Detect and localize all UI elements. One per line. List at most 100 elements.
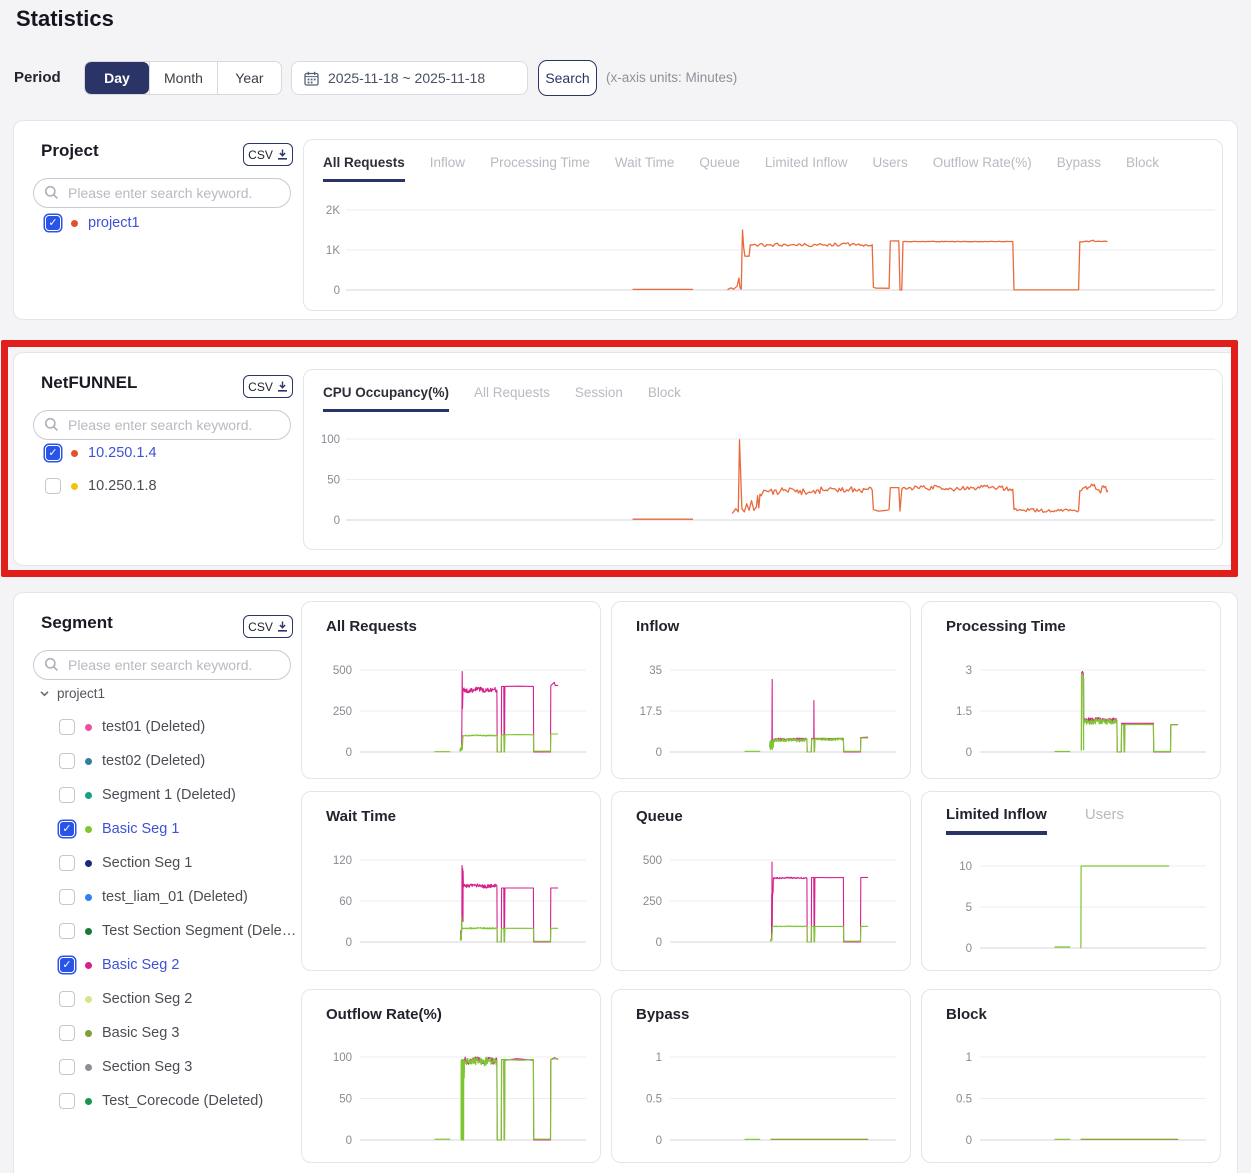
project-section: Project CSV ✓ project1 All Requests Inflow… [13, 120, 1238, 320]
checkbox-unchecked[interactable] [59, 787, 75, 803]
checkbox-item-test-section-segment-delet[interactable]: Test Section Segment (Delet... [59, 921, 297, 941]
item-label: test01 (Deleted) [102, 719, 205, 735]
item-label: Test_Corecode (Deleted) [102, 1093, 263, 1109]
project-search-input[interactable] [33, 178, 291, 208]
project-csv-button[interactable]: CSV [243, 143, 293, 166]
svg-text:17.5: 17.5 [640, 706, 662, 718]
tab-year[interactable]: Year [217, 62, 281, 94]
checkbox-unchecked[interactable] [59, 1025, 75, 1041]
segment-search-input[interactable] [33, 650, 291, 680]
search-button[interactable]: Search [538, 60, 597, 96]
checkbox-item-10-250-1-8[interactable]: 10.250.1.8 [45, 476, 157, 496]
svg-text:100: 100 [321, 434, 340, 446]
tab-queue[interactable]: Queue [699, 155, 740, 182]
netfunnel-item-list: ✓10.250.1.4 10.250.1.8 [45, 443, 157, 496]
tab-users[interactable]: Users [1085, 806, 1124, 835]
netfunnel-section: NetFUNNEL CSV ✓10.250.1.410.250.1.8 CPU … [13, 352, 1238, 566]
checkbox-unchecked[interactable] [59, 889, 75, 905]
checkbox-unchecked[interactable] [59, 923, 75, 939]
checkbox-checked[interactable]: ✓ [59, 957, 75, 973]
series-color-dot [85, 894, 92, 901]
checkbox-item-test-liam-01-deleted[interactable]: test_liam_01 (Deleted) [59, 887, 297, 907]
tab-users[interactable]: Users [872, 155, 907, 182]
checkbox-unchecked[interactable] [59, 991, 75, 1007]
page-title: Statistics [16, 6, 114, 32]
tab-limited-inflow[interactable]: Limited Inflow [946, 806, 1047, 835]
netfunnel-search-input[interactable] [33, 410, 291, 440]
netfunnel-chart-panel: CPU Occupancy(%) All Requests Session Block… [303, 369, 1223, 550]
chart-title: All Requests [326, 618, 417, 635]
svg-text:35: 35 [649, 665, 662, 677]
download-icon [277, 621, 288, 632]
statistics-page: Statistics Period DayMonthYear 2025-11-1… [0, 0, 1251, 1173]
item-label: project1 [88, 215, 140, 231]
checkbox-item-segment-1-deleted[interactable]: Segment 1 (Deleted) [59, 785, 297, 805]
chevron-down-icon [39, 688, 50, 699]
svg-text:1.5: 1.5 [956, 706, 972, 718]
svg-text:0: 0 [346, 937, 352, 949]
checkbox-unchecked[interactable] [59, 1093, 75, 1109]
item-label: Basic Seg 3 [102, 1025, 179, 1041]
svg-text:1: 1 [656, 1052, 662, 1064]
tab-session[interactable]: Session [575, 385, 623, 412]
checkbox-checked[interactable]: ✓ [45, 215, 61, 231]
checkbox-checked[interactable]: ✓ [45, 445, 61, 461]
checkbox-item-project1[interactable]: ✓ project1 [45, 213, 140, 233]
svg-text:120: 120 [333, 855, 352, 867]
tab-all-requests[interactable]: All Requests [323, 155, 405, 182]
date-range-input[interactable]: 2025-11-18 ~ 2025-11-18 [291, 61, 528, 95]
checkbox-item-section-seg-1[interactable]: Section Seg 1 [59, 853, 297, 873]
segment-tree: project1 test01 (Deleted) test02 (Deleted… [39, 683, 297, 1111]
checkbox-unchecked[interactable] [45, 478, 61, 494]
tab-bypass[interactable]: Bypass [1057, 155, 1101, 182]
svg-text:60: 60 [339, 896, 352, 908]
netfunnel-csv-button[interactable]: CSV [243, 375, 293, 398]
project-search [33, 178, 291, 208]
checkbox-item-basic-seg-3[interactable]: Basic Seg 3 [59, 1023, 297, 1043]
checkbox-item-section-seg-2[interactable]: Section Seg 2 [59, 989, 297, 1009]
svg-text:50: 50 [339, 1094, 352, 1106]
tab-day[interactable]: Day [85, 62, 149, 94]
calendar-icon [304, 71, 319, 86]
tab-block[interactable]: Block [1126, 155, 1159, 182]
checkbox-unchecked[interactable] [59, 1059, 75, 1075]
project-pane-title: Project [41, 141, 99, 161]
segment-csv-button[interactable]: CSV [243, 615, 293, 638]
checkbox-checked[interactable]: ✓ [59, 821, 75, 837]
series-color-dot [85, 928, 92, 935]
svg-text:50: 50 [327, 475, 340, 487]
checkbox-item-test02-deleted[interactable]: test02 (Deleted) [59, 751, 297, 771]
tab-processing-time[interactable]: Processing Time [490, 155, 590, 182]
checkbox-item-test-corecode-deleted[interactable]: Test_Corecode (Deleted) [59, 1091, 297, 1111]
checkbox-item-section-seg-3[interactable]: Section Seg 3 [59, 1057, 297, 1077]
segment-tree-root[interactable]: project1 [39, 683, 297, 703]
tab-limited-inflow[interactable]: Limited Inflow [765, 155, 848, 182]
tab-outflow-rate[interactable]: Outflow Rate(%) [933, 155, 1032, 182]
tab-cpu-occupancy[interactable]: CPU Occupancy(%) [323, 385, 449, 412]
axis-units-note: (x-axis units: Minutes) [606, 70, 737, 85]
tab-inflow[interactable]: Inflow [430, 155, 465, 182]
checkbox-unchecked[interactable] [59, 855, 75, 871]
chart-title: Wait Time [326, 808, 396, 825]
netfunnel-search [33, 410, 291, 440]
checkbox-unchecked[interactable] [59, 753, 75, 769]
checkbox-item-basic-seg-2[interactable]: ✓Basic Seg 2 [59, 955, 297, 975]
svg-text:0: 0 [346, 1135, 352, 1147]
svg-text:5: 5 [966, 902, 972, 914]
checkbox-item-basic-seg-1[interactable]: ✓Basic Seg 1 [59, 819, 297, 839]
tab-wait-time[interactable]: Wait Time [615, 155, 675, 182]
checkbox-item-10-250-1-4[interactable]: ✓10.250.1.4 [45, 443, 157, 463]
chart-card-all-requests: All Requests 5002500 [301, 601, 601, 779]
checkbox-item-test01-deleted[interactable]: test01 (Deleted) [59, 717, 297, 737]
svg-text:2K: 2K [326, 205, 340, 217]
svg-text:100: 100 [333, 1052, 352, 1064]
tab-month[interactable]: Month [149, 62, 217, 94]
tab-block[interactable]: Block [648, 385, 681, 412]
tab-all-requests[interactable]: All Requests [474, 385, 550, 412]
period-label: Period [14, 69, 61, 86]
item-label: Section Seg 3 [102, 1059, 192, 1075]
csv-label: CSV [248, 148, 273, 162]
project-chart-panel: All Requests Inflow Processing Time Wait Ti… [303, 139, 1223, 311]
checkbox-unchecked[interactable] [59, 719, 75, 735]
limited-inflow-users-tabs: Limited Inflow Users [946, 806, 1124, 835]
